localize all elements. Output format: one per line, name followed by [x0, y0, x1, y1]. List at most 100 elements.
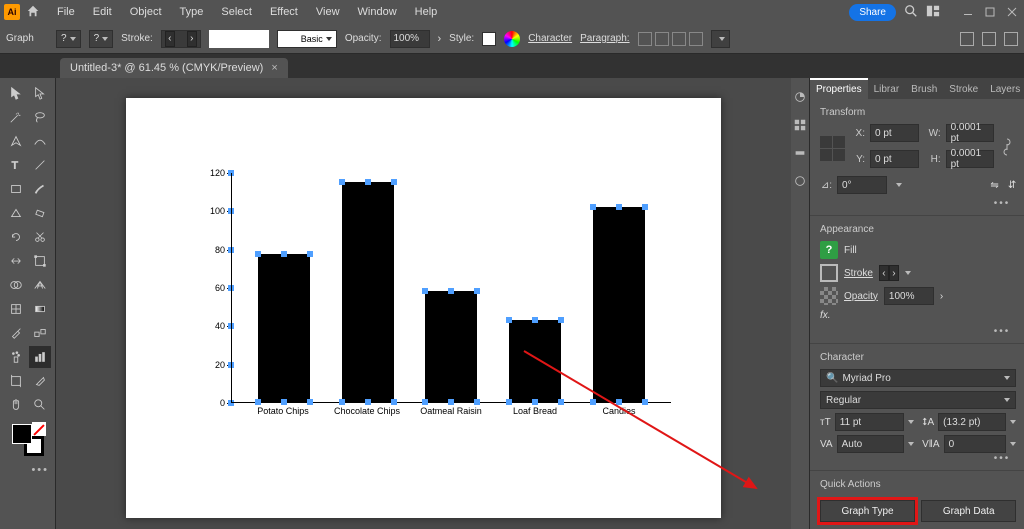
shaper-tool[interactable]: [5, 202, 27, 224]
graph-data-button[interactable]: Graph Data: [921, 500, 1016, 522]
brush-definition[interactable]: Basic: [277, 30, 337, 48]
pen-tool[interactable]: [5, 130, 27, 152]
flip-vertical-icon[interactable]: ⇵: [1008, 180, 1016, 191]
workspace-switcher-icon[interactable]: [926, 4, 940, 21]
column-graph-object[interactable]: 020406080100120 Potato ChipsChocolate Ch…: [201, 173, 671, 428]
mesh-tool[interactable]: [5, 298, 27, 320]
character-more-icon[interactable]: •••: [820, 453, 1016, 464]
x-field[interactable]: 0 pt: [870, 124, 919, 142]
artboard-tool[interactable]: [5, 370, 27, 392]
align-to-dropdown[interactable]: [711, 30, 730, 48]
menu-type[interactable]: Type: [173, 2, 211, 22]
fill-dropdown[interactable]: ?: [56, 30, 81, 48]
tab-properties[interactable]: Properties: [810, 78, 868, 99]
gradient-tool[interactable]: [29, 298, 51, 320]
line-segment-tool[interactable]: [29, 154, 51, 176]
character-link[interactable]: Character: [528, 33, 572, 44]
maximize-icon[interactable]: [982, 4, 998, 20]
home-icon[interactable]: [26, 4, 40, 21]
menu-help[interactable]: Help: [408, 2, 445, 22]
lasso-tool[interactable]: [29, 106, 51, 128]
slice-tool[interactable]: [29, 370, 51, 392]
minimize-icon[interactable]: [960, 4, 976, 20]
chart-bar[interactable]: [342, 182, 394, 402]
fill-stroke-swatches[interactable]: [12, 424, 44, 456]
magic-wand-tool[interactable]: [5, 106, 27, 128]
brushes-panel-icon[interactable]: [791, 144, 809, 162]
artboard[interactable]: 020406080100120 Potato ChipsChocolate Ch…: [126, 98, 721, 518]
flip-horizontal-icon[interactable]: ⇋: [990, 180, 998, 191]
w-field[interactable]: 0.0001 pt: [946, 124, 995, 142]
chart-bar[interactable]: [425, 291, 477, 402]
fill-swatch-icon[interactable]: ?: [820, 241, 838, 259]
width-tool[interactable]: [5, 250, 27, 272]
appearance-more-icon[interactable]: •••: [820, 326, 1016, 337]
eyedropper-tool[interactable]: [5, 322, 27, 344]
opacity-value-field[interactable]: 100%: [884, 287, 934, 305]
tab-libraries[interactable]: Librar: [868, 80, 906, 99]
recolor-icon[interactable]: [504, 31, 520, 47]
tab-brushes[interactable]: Brush: [905, 80, 943, 99]
menu-view[interactable]: View: [309, 2, 347, 22]
stroke-weight-stepper[interactable]: ‹›: [879, 265, 899, 281]
chart-bar[interactable]: [593, 207, 645, 403]
chart-bar[interactable]: [258, 254, 310, 402]
stroke-weight-field[interactable]: ‹›: [161, 30, 201, 48]
tab-layers[interactable]: Layers: [984, 80, 1024, 99]
variable-width-profile[interactable]: [209, 30, 269, 48]
canvas-area[interactable]: 020406080100120 Potato ChipsChocolate Ch…: [56, 78, 791, 529]
menu-effect[interactable]: Effect: [263, 2, 305, 22]
swatches-panel-icon[interactable]: [791, 116, 809, 134]
stroke-swatch-icon[interactable]: [820, 264, 838, 282]
paintbrush-tool[interactable]: [29, 178, 51, 200]
curvature-tool[interactable]: [29, 130, 51, 152]
shape-builder-tool[interactable]: [5, 274, 27, 296]
graphic-style-swatch[interactable]: [482, 32, 496, 46]
isolation-icon[interactable]: [960, 32, 974, 46]
document-tab[interactable]: Untitled-3* @ 61.45 % (CMYK/Preview) ×: [60, 58, 288, 78]
y-field[interactable]: 0 pt: [870, 150, 919, 168]
column-graph-tool[interactable]: [29, 346, 51, 368]
opacity-field[interactable]: 100%: [390, 30, 430, 48]
eraser-tool[interactable]: [29, 202, 51, 224]
graph-type-button[interactable]: Graph Type: [820, 500, 915, 522]
perspective-grid-tool[interactable]: [29, 274, 51, 296]
color-panel-icon[interactable]: [791, 88, 809, 106]
symbol-sprayer-tool[interactable]: [5, 346, 27, 368]
menu-file[interactable]: File: [50, 2, 82, 22]
reference-point-locator[interactable]: [820, 136, 845, 161]
transform-more-icon[interactable]: •••: [820, 198, 1016, 209]
chart-bar[interactable]: [509, 320, 561, 402]
h-field[interactable]: 0.0001 pt: [946, 150, 995, 168]
menu-object[interactable]: Object: [123, 2, 169, 22]
direct-selection-tool[interactable]: [29, 82, 51, 104]
blend-tool[interactable]: [29, 322, 51, 344]
fx-button[interactable]: fx.: [820, 310, 831, 321]
menu-edit[interactable]: Edit: [86, 2, 119, 22]
share-button[interactable]: Share: [849, 4, 896, 21]
rotate-field[interactable]: 0°: [837, 176, 887, 194]
symbols-panel-icon[interactable]: [791, 172, 809, 190]
rectangle-tool[interactable]: [5, 178, 27, 200]
edit-toolbar-button[interactable]: •••: [31, 464, 55, 476]
paragraph-link[interactable]: Paragraph:: [580, 33, 629, 44]
opacity-swatch-icon[interactable]: [820, 287, 838, 305]
constrain-proportions-icon[interactable]: [1002, 137, 1016, 160]
font-size-field[interactable]: 11 pt: [835, 413, 904, 431]
search-icon[interactable]: [904, 4, 918, 21]
tracking-field[interactable]: 0: [944, 435, 1007, 453]
zoom-tool[interactable]: [29, 394, 51, 416]
scissors-tool[interactable]: [29, 226, 51, 248]
stroke-color-dropdown[interactable]: ?: [89, 30, 114, 48]
rotate-tool[interactable]: [5, 226, 27, 248]
menu-select[interactable]: Select: [214, 2, 259, 22]
hand-tool[interactable]: [5, 394, 27, 416]
selection-tool[interactable]: [5, 82, 27, 104]
kerning-field[interactable]: Auto: [837, 435, 904, 453]
close-icon[interactable]: [1004, 4, 1020, 20]
tab-stroke[interactable]: Stroke: [943, 80, 984, 99]
font-style-dropdown[interactable]: Regular: [820, 391, 1016, 409]
font-family-dropdown[interactable]: 🔍Myriad Pro: [820, 369, 1016, 387]
leading-field[interactable]: (13.2 pt): [938, 413, 1006, 431]
menu-window[interactable]: Window: [351, 2, 404, 22]
